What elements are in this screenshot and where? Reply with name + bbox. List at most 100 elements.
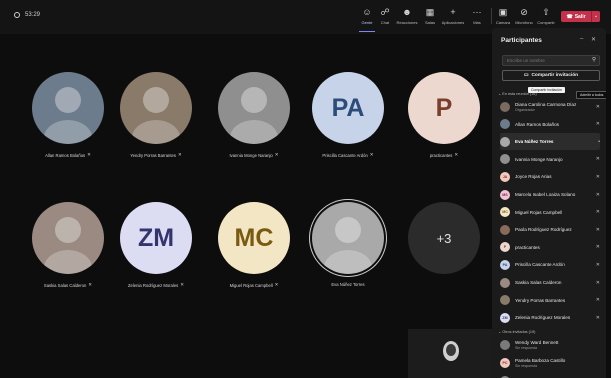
participant-name: Miguel Rojas Campbell [515,209,563,215]
participant-row[interactable]: Ppracticantes ✕ [500,239,600,256]
mic-label: Micrófono [515,20,533,25]
avatar: ZM [120,202,192,274]
participant-name: Saskia Salas Calderon ✕ [30,282,106,288]
mic-off-icon: ✕ [454,152,459,157]
participant-row[interactable]: Ivannia Monge Naranjo ✕ [500,151,600,168]
participant-row[interactable]: ZM Zelenia Rodríguez Morales ✕ [500,309,600,326]
participant-row[interactable]: Saskia Salas Calderon ✕ [500,274,600,291]
participant-tile[interactable]: ZM Zelenia Rodríguez Morales ✕ [118,202,194,288]
participant-avatar [500,101,510,112]
more-participants-avatar[interactable]: +3 [408,202,480,274]
mic-off-icon: ✕ [88,282,93,287]
participant-text: Paola Rodríguez Rodríguez [515,227,592,232]
scrollbar[interactable] [606,34,611,378]
participant-role: Sin respuesta [515,346,537,351]
avatar [32,202,104,274]
participant-text: Allan Ramos Bolaños [515,122,592,127]
leave-button[interactable]: ☎ Salir [561,11,591,22]
panel-title: Participantes [501,37,542,44]
participant-tile[interactable]: Ivannia Monge Naranjo ✕ [216,72,292,158]
mic-off-icon: ✕ [595,173,600,180]
participant-tile[interactable]: Yendry Porras Barrantes ✕ [118,72,194,158]
participant-avatar: JA [500,171,510,182]
invited-section-header[interactable]: ⌄ Otros invitados (19) [498,329,535,334]
participant-row[interactable]: MS Marcela Isabel Loaiza Solano ✕ [500,186,600,203]
avatar: MC [218,202,290,274]
avatar [218,72,290,144]
participant-tile[interactable]: Eva Núñez Torres [310,202,386,287]
timer-text: 53:29 [25,12,41,18]
reactions-button[interactable]: ☻ Reacciones [395,7,419,25]
invited-header-label: Otros invitados (19) [502,329,536,334]
search-icon: ⚲ [592,57,597,63]
participant-avatar: ZM [500,312,510,323]
participant-name: Ivannia Monge Naranjo ✕ [216,152,292,158]
chat-button[interactable]: ☍ Chat [373,7,397,25]
participant-row[interactable]: Paola Rodríguez Rodríguez ✕ [500,221,600,238]
ellipsis-icon: ··· [472,7,482,17]
participant-row[interactable]: MC Miguel Rojas Campbell ✕ [500,204,600,221]
participant-name-text: Yendry Porras Barrantes [130,152,176,158]
participant-row[interactable]: PC Pamela Barboza Castillo Sin respuesta [500,354,600,371]
participant-row[interactable]: Wendy Ward Bennett Sin respuesta [500,337,600,354]
apps-label: Aplicaciones [441,20,465,25]
participant-avatar: PC [500,357,510,368]
rooms-button[interactable]: ▦ Salas [418,7,442,25]
minimize-icon[interactable]: – [580,36,583,42]
video-stage: Allan Ramos Bolaños ✕ Yendry Porras Barran… [0,34,492,378]
participant-row[interactable]: Yendry Porras Barrantes ✕ [500,292,600,309]
participant-name: Pamela Barboza Castillo [515,357,566,363]
close-icon[interactable]: ✕ [591,36,596,43]
participant-name-text: Eva Núñez Torres [331,282,365,287]
participant-row[interactable]: Allan Ramos Bolaños ✕ [500,116,600,133]
participant-tile[interactable]: Allan Ramos Bolaños ✕ [30,72,106,158]
participant-text: Wendy Ward Bennett Sin respuesta [515,340,600,350]
participant-tile[interactable]: PA Priscilla Cascante Ardón ✕ [310,72,386,158]
mic-off-icon: ✕ [595,297,600,304]
reactions-icon: ☻ [402,7,412,17]
participant-name: Zelenia Rodríguez Morales ✕ [118,282,194,288]
mic-off-icon: ✕ [595,261,600,268]
mic-button[interactable]: ⊘ Micrófono [512,7,536,25]
share-invite-button[interactable]: ▭ Compartir invitación [502,70,600,81]
share-button[interactable]: ⇧ Compartir [534,7,558,25]
search-participants-input[interactable] [502,55,600,66]
chat-label: Chat [380,20,390,25]
participant-tile[interactable]: MC Miguel Rojas Campbell ✕ [216,202,292,288]
phone-icon: ☎ [566,13,573,20]
participant-row[interactable]: PA Priscilla Cascante Ardón ✕ [500,256,600,273]
share-invite-label: Compartir invitación [531,73,579,78]
apps-button[interactable]: + Aplicaciones [441,7,465,25]
participant-text: Joyce Rojas Arias [515,174,592,179]
participant-name: Priscilla Cascante Ardón ✕ [310,152,386,158]
participant-avatar [500,295,510,306]
participant-name: Yendry Porras Barrantes [515,297,566,303]
participant-name: Diana Carolina Carmona Díaz [515,101,577,107]
shield-icon [14,12,20,18]
leave-options-button[interactable]: ⌄ [591,11,600,22]
tooltip: Compartir invitación [528,87,565,93]
participant-name: Allan Ramos Bolaños ✕ [30,152,106,158]
participant-tile[interactable]: Saskia Salas Calderon ✕ [30,202,106,288]
participant-name: Zelenia Rodríguez Morales [515,315,571,321]
participant-row[interactable]: Eva Núñez Torres • [500,133,600,151]
participant-tile[interactable]: Ppracticantes ✕ [406,72,482,158]
participant-text: practicantes [515,245,592,250]
meeting-timer: 53:29 [14,12,40,18]
self-avatar-image [443,341,459,361]
mic-off-icon: ✕ [595,314,600,321]
participant-row[interactable]: JA Joyce Rojas Arias ✕ [500,168,600,185]
participant-name-text: Ivannia Monge Naranjo [229,152,273,158]
participant-tile[interactable]: +3 [406,202,482,274]
participant-avatar: P [500,242,510,253]
participant-avatar [500,154,510,165]
participant-name-text: Miguel Rojas Campbell [229,282,273,288]
mic-off-icon: ✕ [177,152,182,157]
participant-role: Organizador [515,107,535,112]
participant-name: practicantes ✕ [406,152,482,158]
participant-row[interactable]: Giovanna Montero Arce [500,372,600,378]
participant-name: Wendy Ward Bennett [515,340,559,346]
more-button[interactable]: ··· Más [465,7,489,25]
self-view-video[interactable] [408,329,492,378]
participant-row[interactable]: Diana Carolina Carmona Díaz Organizador ✕ [500,98,600,115]
